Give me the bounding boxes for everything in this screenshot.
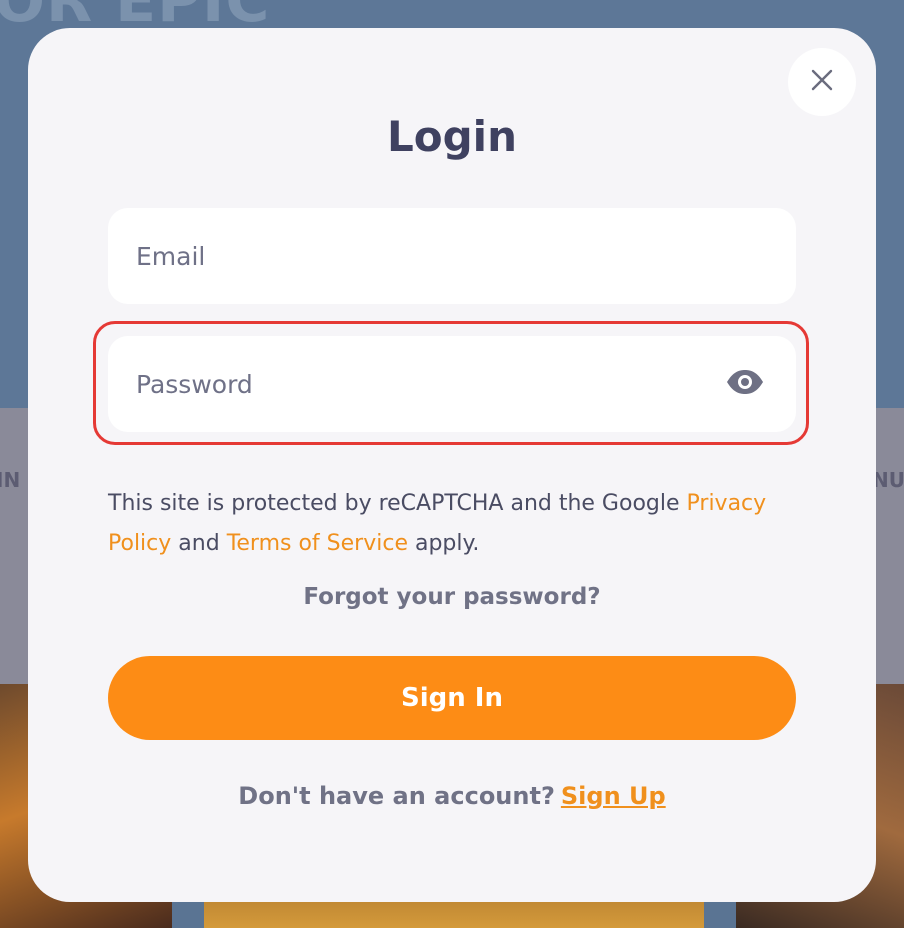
- forgot-password-link[interactable]: Forgot your password?: [28, 584, 876, 610]
- signup-prompt: Don't have an account?: [238, 782, 555, 810]
- recaptcha-notice: This site is protected by reCAPTCHA and …: [108, 484, 808, 564]
- show-password-button[interactable]: [720, 364, 770, 404]
- eye-icon: [726, 369, 764, 399]
- modal-title: Login: [387, 112, 517, 161]
- email-field[interactable]: [108, 208, 668, 304]
- signup-row: Don't have an account? Sign Up: [28, 782, 876, 810]
- terms-of-service-link[interactable]: Terms of Service: [227, 531, 408, 556]
- password-field-container: [108, 336, 796, 432]
- close-button[interactable]: [788, 48, 856, 116]
- background-strip-text-left: IN: [0, 468, 21, 492]
- notice-text-before: This site is protected by reCAPTCHA and …: [108, 491, 687, 516]
- password-field[interactable]: [108, 336, 668, 432]
- page: OR EPIC IN NU Login: [0, 0, 904, 928]
- sign-up-link[interactable]: Sign Up: [561, 782, 666, 810]
- login-modal: Login This site is protected by reCAPTCH…: [28, 28, 876, 902]
- notice-text-middle: and: [171, 531, 227, 556]
- email-field-container: [108, 208, 796, 304]
- background-strip-text-right: NU: [872, 468, 904, 492]
- close-icon: [811, 69, 833, 95]
- notice-text-after: apply.: [407, 531, 480, 556]
- sign-in-button[interactable]: Sign In: [108, 656, 796, 740]
